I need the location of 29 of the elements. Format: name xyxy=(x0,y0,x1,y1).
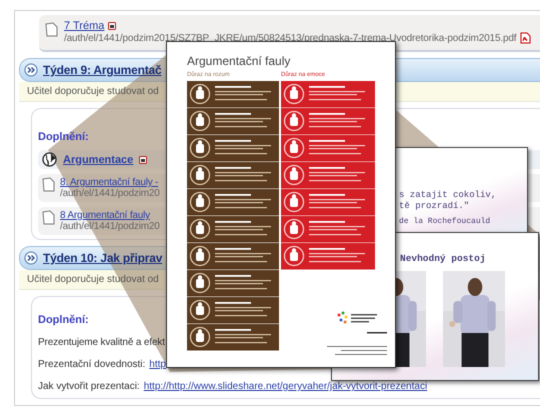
footnote-drawing xyxy=(327,332,389,358)
quote-author: de la Rochefoucauld xyxy=(399,217,492,226)
quote-line: tě prozradí." xyxy=(399,201,470,212)
week-title[interactable]: Týden 10: Jak připrav xyxy=(43,251,162,265)
material-link[interactable]: Argumentace xyxy=(63,154,134,166)
expand-icon[interactable] xyxy=(24,251,38,265)
globe-icon xyxy=(42,152,57,167)
section-label: Doplnění: xyxy=(38,131,89,143)
infographic-title: Argumentační fauly xyxy=(187,54,292,68)
document-icon xyxy=(42,210,55,225)
url-link[interactable]: http://http://www.slideshare.net/geryvaher/jak-vytvorit-prezentaci xyxy=(144,381,428,392)
link-label: Jak vytvořit prezentaci: xyxy=(38,381,140,392)
pdf-icon[interactable] xyxy=(520,32,532,44)
file-link[interactable]: 8 Argumentační fauly xyxy=(60,210,150,221)
document-icon xyxy=(45,22,58,37)
small-window-icon[interactable] xyxy=(108,22,116,30)
document-icon xyxy=(42,177,55,192)
section-label: Doplnění: xyxy=(38,314,89,326)
file-path: /auth/el/1441/podzim2015/SZ7BP_JKRE/um/50824513/prednaska-7-trema-Uvodretorika-podzim2015.pdf xyxy=(64,32,516,44)
logo-drawing xyxy=(335,310,379,326)
quote-line: s zatajit cokoliv, xyxy=(399,190,496,201)
expand-icon[interactable] xyxy=(24,63,38,77)
small-window-icon[interactable] xyxy=(139,156,148,164)
file-link[interactable]: 8. Argumentační fauly - xyxy=(60,177,158,188)
url-link[interactable]: http xyxy=(149,359,166,370)
link-label: Prezentační dovednosti: xyxy=(38,359,146,370)
week-title[interactable]: Týden 9: Argumentač xyxy=(43,63,162,77)
slide-title: Nevhodný postoj xyxy=(400,253,486,264)
file-link[interactable]: 7 Tréma xyxy=(64,20,104,32)
